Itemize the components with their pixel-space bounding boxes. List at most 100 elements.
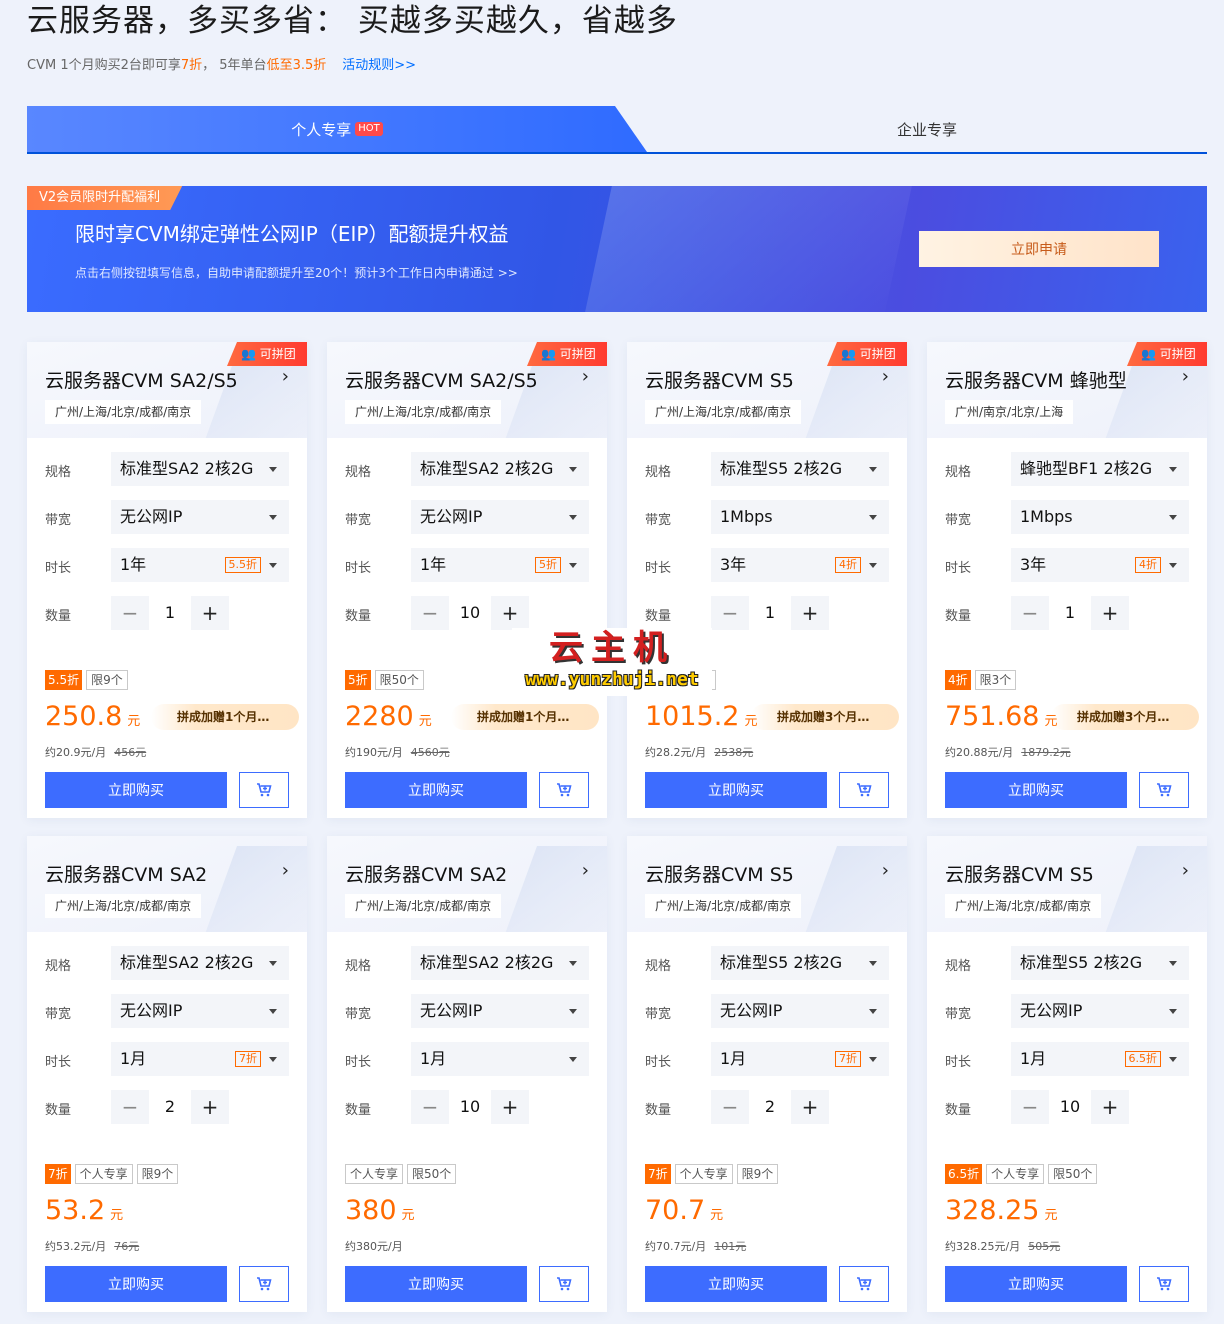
quantity-input[interactable]: 10: [1049, 1090, 1091, 1124]
minus-button[interactable]: −: [411, 1090, 449, 1124]
minus-button[interactable]: −: [111, 1090, 149, 1124]
quantity-input[interactable]: 2: [149, 1090, 191, 1124]
quantity-input[interactable]: 1: [749, 596, 791, 630]
bandwidth-select[interactable]: 无公网IP: [111, 500, 289, 534]
bandwidth-select[interactable]: 1Mbps: [711, 500, 889, 534]
add-to-cart-button[interactable]: [239, 772, 289, 808]
duration-select[interactable]: 1月 7折: [111, 1042, 289, 1076]
duration-select[interactable]: 1年 5折: [411, 548, 589, 582]
buy-button[interactable]: 立即购买: [345, 1266, 527, 1302]
discount-tag: 7折: [45, 1164, 71, 1184]
bandwidth-select[interactable]: 1Mbps: [1011, 500, 1189, 534]
spec-select[interactable]: 标准型SA2 2核2G: [111, 452, 289, 486]
add-to-cart-button[interactable]: [539, 772, 589, 808]
price: 328.25 元: [945, 1194, 1058, 1233]
plus-button[interactable]: +: [191, 1090, 229, 1124]
duration-select[interactable]: 3年 4折: [711, 548, 889, 582]
quantity-input[interactable]: 10: [449, 596, 491, 630]
bandwidth-select[interactable]: 无公网IP: [411, 500, 589, 534]
plus-button[interactable]: +: [791, 1090, 829, 1124]
card-title[interactable]: 云服务器CVM S5: [945, 860, 1094, 887]
minus-button[interactable]: −: [1011, 1090, 1049, 1124]
buy-button[interactable]: 立即购买: [45, 772, 227, 808]
chevron-right-icon[interactable]: ›: [1182, 860, 1189, 881]
chevron-right-icon[interactable]: ›: [282, 860, 289, 881]
buy-button[interactable]: 立即购买: [945, 1266, 1127, 1302]
tab-personal[interactable]: 个人专享 HOT: [27, 106, 647, 152]
duration-discount-tag: 6.5折: [1124, 1051, 1161, 1067]
buy-button[interactable]: 立即购买: [945, 772, 1127, 808]
add-to-cart-button[interactable]: [839, 1266, 889, 1302]
spec-value: 标准型S5 2核2G: [1020, 953, 1143, 972]
card-title[interactable]: 云服务器CVM SA2/S5: [45, 366, 238, 393]
chevron-right-icon[interactable]: ›: [882, 366, 889, 387]
spec-select[interactable]: 蜂驰型BF1 2核2G: [1011, 452, 1189, 486]
price-value: 2280: [345, 701, 414, 732]
plus-button[interactable]: +: [491, 596, 529, 630]
add-to-cart-button[interactable]: [1139, 1266, 1189, 1302]
monthly-value: 约380元/月: [345, 1240, 403, 1253]
bandwidth-select[interactable]: 无公网IP: [711, 994, 889, 1028]
quantity-input[interactable]: 2: [749, 1090, 791, 1124]
plus-button[interactable]: +: [1091, 596, 1129, 630]
add-to-cart-button[interactable]: [1139, 772, 1189, 808]
card-title[interactable]: 云服务器CVM 蜂驰型: [945, 366, 1127, 393]
duration-select[interactable]: 1月 6.5折: [1011, 1042, 1189, 1076]
buy-button[interactable]: 立即购买: [345, 772, 527, 808]
card-title[interactable]: 云服务器CVM SA2/S5: [345, 366, 538, 393]
bandwidth-select[interactable]: 无公网IP: [111, 994, 289, 1028]
minus-button[interactable]: −: [111, 596, 149, 630]
add-to-cart-button[interactable]: [539, 1266, 589, 1302]
spec-select[interactable]: 标准型SA2 2核2G: [111, 946, 289, 980]
duration-select[interactable]: 3年 4折: [1011, 548, 1189, 582]
minus-button[interactable]: −: [711, 1090, 749, 1124]
banner-subtitle[interactable]: 点击右侧按钮填写信息，自助申请配额提升至20个！预计3个工作日内申请通过 >>: [75, 264, 518, 281]
card-title[interactable]: 云服务器CVM S5: [645, 860, 794, 887]
price-value: 751.68: [945, 701, 1040, 732]
spec-select[interactable]: 标准型SA2 2核2G: [411, 946, 589, 980]
duration-select[interactable]: 1年 5.5折: [111, 548, 289, 582]
duration-discount-tag: 4折: [1135, 557, 1161, 573]
quantity-input[interactable]: 10: [449, 1090, 491, 1124]
tab-enterprise[interactable]: 企业专享: [647, 106, 1207, 152]
bandwidth-select[interactable]: 无公网IP: [411, 994, 589, 1028]
plus-button[interactable]: +: [491, 1090, 529, 1124]
spec-value: 标准型SA2 2核2G: [120, 953, 254, 972]
bandwidth-select[interactable]: 无公网IP: [1011, 994, 1189, 1028]
spec-select[interactable]: 标准型SA2 2核2G: [411, 452, 589, 486]
duration-select[interactable]: 1月: [411, 1042, 589, 1076]
chevron-right-icon[interactable]: ›: [882, 860, 889, 881]
card-title[interactable]: 云服务器CVM S5: [645, 366, 794, 393]
chevron-right-icon[interactable]: ›: [282, 366, 289, 387]
apply-button[interactable]: 立即申请: [919, 231, 1159, 267]
quantity-input[interactable]: 1: [149, 596, 191, 630]
monthly-price: 约190元/月 4560元: [345, 744, 450, 760]
monthly-value: 约328.25元/月: [945, 1240, 1021, 1253]
chevron-right-icon[interactable]: ›: [1182, 366, 1189, 387]
chevron-right-icon[interactable]: ›: [582, 860, 589, 881]
rules-link[interactable]: 活动规则>>: [342, 54, 416, 73]
card-title[interactable]: 云服务器CVM SA2: [345, 860, 507, 887]
plus-button[interactable]: +: [191, 596, 229, 630]
plus-button[interactable]: +: [1091, 1090, 1129, 1124]
quantity-label: 数量: [45, 609, 72, 624]
info-tag: 个人专享: [986, 1164, 1045, 1184]
minus-button[interactable]: −: [1011, 596, 1049, 630]
spec-select[interactable]: 标准型S5 2核2G: [711, 452, 889, 486]
buy-button[interactable]: 立即购买: [645, 772, 827, 808]
minus-button[interactable]: −: [711, 596, 749, 630]
spec-select[interactable]: 标准型S5 2核2G: [711, 946, 889, 980]
chevron-right-icon[interactable]: ›: [582, 366, 589, 387]
quantity-input[interactable]: 1: [1049, 596, 1091, 630]
duration-select[interactable]: 1月 7折: [711, 1042, 889, 1076]
spec-select[interactable]: 标准型S5 2核2G: [1011, 946, 1189, 980]
add-to-cart-button[interactable]: [839, 772, 889, 808]
plus-button[interactable]: +: [791, 596, 829, 630]
discount-tag: 6.5折: [945, 1164, 983, 1184]
minus-button[interactable]: −: [411, 596, 449, 630]
buy-button[interactable]: 立即购买: [45, 1266, 227, 1302]
duration-row: 时长 1月 7折: [45, 1042, 289, 1076]
buy-button[interactable]: 立即购买: [645, 1266, 827, 1302]
card-title[interactable]: 云服务器CVM SA2: [45, 860, 207, 887]
add-to-cart-button[interactable]: [239, 1266, 289, 1302]
